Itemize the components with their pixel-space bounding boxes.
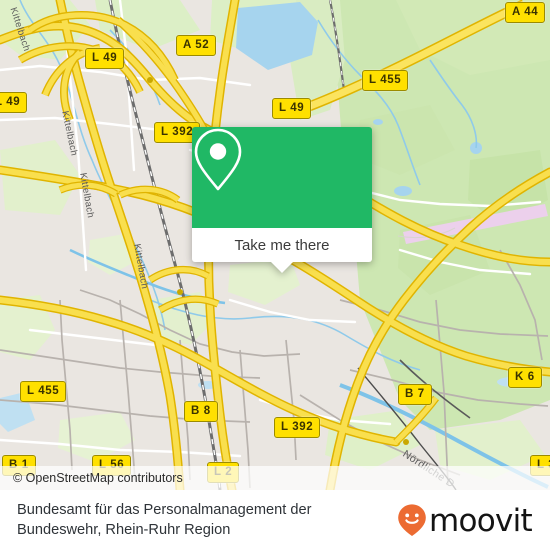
road-shield: A 52 — [176, 35, 217, 56]
road-shield: L 392 — [274, 417, 321, 438]
map-pin-icon — [194, 128, 242, 191]
road-shield: L 49 — [272, 98, 312, 119]
moovit-smiley-pin-icon — [398, 504, 426, 536]
road-shield: L 455 — [20, 381, 67, 402]
road-shield: B 8 — [184, 401, 218, 422]
page-title: Bundesamt für das Personalmanagement der… — [17, 502, 312, 538]
moovit-wordmark: moovit — [428, 502, 533, 539]
road-shield: A 44 — [505, 2, 546, 23]
road-shield: B 7 — [398, 384, 432, 405]
take-me-there-label: Take me there — [234, 236, 330, 254]
road-shield: L 49 — [0, 92, 28, 113]
map-attribution-bar: © OpenStreetMap contributors — [0, 466, 550, 490]
footer-bar: Bundesamt für das Personalmanagement der… — [0, 490, 550, 550]
popup-pin-area — [192, 127, 372, 228]
popup-tail — [271, 262, 293, 273]
road-shield: L 49 — [85, 48, 125, 69]
attribution-text[interactable]: © OpenStreetMap contributors — [0, 471, 183, 485]
road-shield: K 6 — [508, 367, 542, 388]
map-canvas[interactable]: Kittelbach Kittelbach Kittelbach Kittelb… — [0, 0, 550, 490]
take-me-there-button[interactable]: Take me there — [192, 228, 372, 273]
moovit-logo[interactable]: moovit — [396, 503, 536, 537]
location-popup[interactable]: Take me there — [192, 127, 372, 273]
road-shield: L 455 — [362, 70, 409, 91]
map-page: Kittelbach Kittelbach Kittelbach Kittelb… — [0, 0, 550, 550]
